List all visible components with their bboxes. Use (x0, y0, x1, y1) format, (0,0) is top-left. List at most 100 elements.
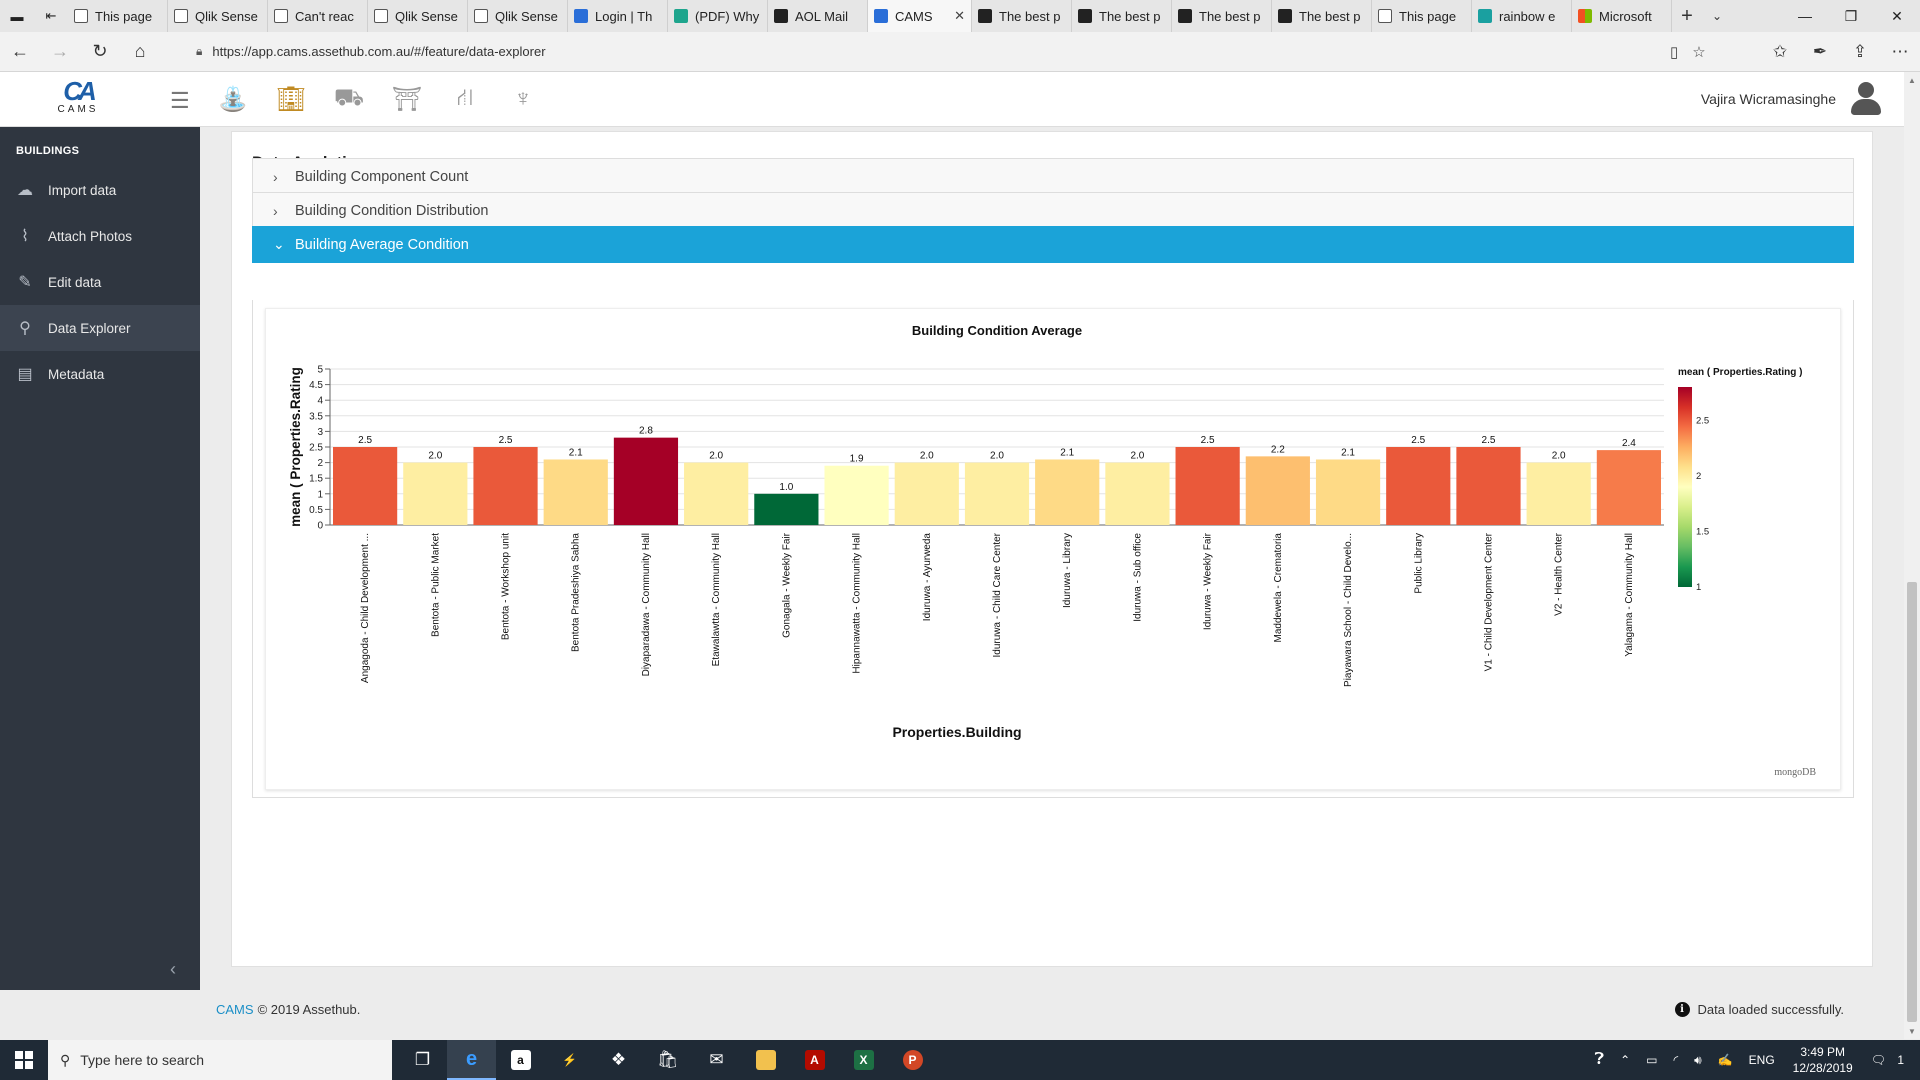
browser-tab[interactable]: This page (1372, 0, 1472, 32)
dropbox-icon[interactable]: ❖ (594, 1040, 643, 1080)
browser-tab[interactable]: Qlik Sense (468, 0, 568, 32)
page-scrollbar[interactable]: ▲ ▼ (1904, 72, 1920, 1039)
more-menu-icon[interactable]: ⋯ (1880, 42, 1920, 62)
tab-favicon-icon (1278, 9, 1292, 23)
x-tick-label: Bentota - Workshop unit (501, 533, 512, 640)
bar-value-label: 2.8 (639, 426, 653, 437)
favorite-star-icon[interactable]: ☆ (1692, 43, 1705, 61)
bridges-asset-icon[interactable]: ⛩ (390, 84, 424, 114)
store-icon[interactable]: 🛍︎ (643, 1040, 692, 1080)
sidebar-item-data-explorer[interactable]: ⚲ Data Explorer (0, 305, 200, 351)
sidebar-collapse-icon[interactable]: ‹ (170, 959, 176, 980)
file-explorer-icon[interactable] (741, 1040, 790, 1080)
water-asset-icon[interactable]: ⛲ (216, 84, 250, 114)
tab-preview-chevron-icon[interactable]: ⌄ (1702, 0, 1732, 32)
pen-notes-icon[interactable]: ✒ (1800, 42, 1840, 62)
sidebar-item-label: Metadata (48, 366, 105, 382)
browser-tab[interactable]: This page (68, 0, 168, 32)
sidebar-item-metadata[interactable]: ▤ Metadata (0, 351, 200, 397)
favorites-hub-icon[interactable]: ✩ (1760, 42, 1800, 62)
refresh-button[interactable]: ↻ (80, 32, 120, 72)
edge-browser-icon[interactable]: e (447, 1040, 496, 1080)
accordion-header[interactable]: › Building Component Count (252, 158, 1854, 195)
chart-bar (333, 447, 398, 525)
scroll-down-icon[interactable]: ▼ (1904, 1023, 1920, 1039)
mail-icon[interactable]: ✉ (692, 1040, 741, 1080)
fleet-asset-icon[interactable]: ⛟ (332, 84, 366, 114)
task-view-icon[interactable]: ❐ (398, 1040, 447, 1080)
tab-label: The best p (1199, 8, 1261, 24)
taskbar-search-box[interactable]: ⚲ Type here to search (48, 1040, 392, 1080)
browser-tab[interactable]: The best p (972, 0, 1072, 32)
browser-tab[interactable]: The best p (1072, 0, 1172, 32)
metadata-icon: ▤ (17, 366, 33, 383)
url-field[interactable]: 🔒︎ https://app.cams.assethub.com.au/#/fe… (196, 44, 1736, 59)
chart-bar (1386, 447, 1451, 525)
sidebar-title: BUILDINGS (16, 145, 80, 157)
streetlight-asset-icon[interactable]: ♆ (506, 84, 540, 114)
browser-tab[interactable]: rainbow e (1472, 0, 1572, 32)
wifi-icon[interactable]: ◜ (1665, 1053, 1686, 1067)
close-tab-icon[interactable]: ✕ (954, 8, 965, 24)
home-button[interactable]: ⌂ (120, 32, 160, 72)
powerpoint-icon[interactable]: P (888, 1040, 937, 1080)
notification-center-icon[interactable]: 🗨︎ 1 (1863, 1053, 1920, 1067)
accordion-header[interactable]: ⌄ Building Average Condition (252, 226, 1854, 263)
chart-bar (543, 459, 608, 525)
scrollbar-thumb[interactable] (1907, 582, 1917, 1022)
reading-view-icon[interactable]: ▯ (1670, 43, 1678, 61)
tab-label: Microsoft (1599, 8, 1652, 24)
tab-label: The best p (999, 8, 1061, 24)
browser-tab[interactable]: Qlik Sense (168, 0, 268, 32)
browser-tab[interactable]: Microsoft (1572, 0, 1672, 32)
forward-button[interactable]: → (40, 32, 80, 72)
buildings-asset-icon[interactable]: 🏢︎ (274, 84, 308, 114)
window-menu-icon[interactable]: ▬ (0, 0, 34, 32)
sidebar-item-attach-photos[interactable]: ⌇ Attach Photos (0, 213, 200, 259)
y-tick-label: 4.5 (309, 380, 323, 391)
acrobat-icon[interactable]: A (790, 1040, 839, 1080)
clock[interactable]: 3:49 PM 12/28/2019 (1783, 1044, 1863, 1076)
excel-icon[interactable]: X (839, 1040, 888, 1080)
volume-icon[interactable]: 🔊︎ (1686, 1053, 1710, 1068)
accordion-header[interactable]: › Building Condition Distribution (252, 192, 1854, 229)
battery-icon[interactable]: ▭ (1638, 1053, 1665, 1067)
restore-button[interactable]: ❐ (1828, 0, 1874, 32)
amazon-app-icon[interactable]: a (496, 1040, 545, 1080)
hamburger-menu-icon[interactable]: ☰ (170, 88, 190, 114)
roads-asset-icon[interactable]: ⛙ (448, 84, 482, 114)
visual-studio-icon[interactable]: ⚡ (545, 1040, 594, 1080)
browser-tab[interactable]: (PDF) Why (668, 0, 768, 32)
help-icon[interactable]: ❓︎ (1586, 1051, 1612, 1069)
show-hidden-icons-chevron-icon[interactable]: ⌃ (1612, 1053, 1638, 1067)
pen-workspace-icon[interactable]: ✍ (1710, 1053, 1741, 1067)
language-indicator[interactable]: ENG (1741, 1053, 1783, 1067)
user-menu[interactable]: Vajira Wicramasinghe (1701, 82, 1882, 116)
close-window-button[interactable]: ✕ (1874, 0, 1920, 32)
footer-brand-link[interactable]: CAMS (216, 1002, 254, 1017)
minimize-button[interactable]: — (1782, 0, 1828, 32)
sidebar-item-edit-data[interactable]: ✎ Edit data (0, 259, 200, 305)
accordion-label: Building Condition Distribution (295, 202, 489, 219)
set-aside-tabs-icon[interactable]: ⇤ (34, 0, 68, 32)
footer: CAMS © 2019 Assethub. i Data loaded succ… (200, 990, 1904, 1029)
sidebar-item-import-data[interactable]: ☁ Import data (0, 167, 200, 213)
avatar[interactable] (1850, 82, 1882, 116)
browser-tab[interactable]: CAMS ✕ (868, 0, 972, 32)
windows-start-icon[interactable] (0, 1040, 48, 1080)
chart-card: Building Condition Average 0 0.5 1 1.5 2 2.5 3 3… (265, 308, 1841, 790)
chart-bar (754, 493, 819, 525)
share-icon[interactable]: ⇪ (1840, 42, 1880, 62)
new-tab-button[interactable]: + (1672, 0, 1702, 32)
scroll-up-icon[interactable]: ▲ (1904, 72, 1920, 88)
bar-value-label: 2.1 (1341, 447, 1355, 458)
browser-tab[interactable]: Qlik Sense (368, 0, 468, 32)
browser-tab[interactable]: The best p (1172, 0, 1272, 32)
browser-tab[interactable]: The best p (1272, 0, 1372, 32)
chart-bar (684, 462, 749, 525)
browser-tab[interactable]: AOL Mail (768, 0, 868, 32)
browser-tab[interactable]: Login | Th (568, 0, 668, 32)
browser-tab[interactable]: Can't reac (268, 0, 368, 32)
back-button[interactable]: ← (0, 32, 40, 72)
cams-logo[interactable]: CA CAMS (48, 78, 108, 115)
